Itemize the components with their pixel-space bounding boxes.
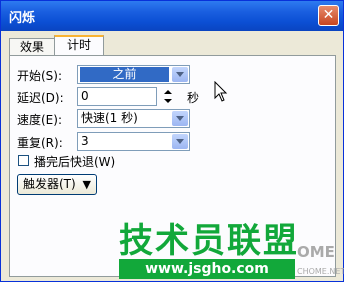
- start-dropdown[interactable]: 之前: [77, 65, 190, 84]
- rewind-checkbox[interactable]: [18, 155, 29, 166]
- speed-value: 快速(1 秒): [81, 111, 138, 125]
- chevron-down-icon[interactable]: [172, 111, 188, 126]
- watermark-text: 技术员联盟: [119, 221, 299, 261]
- tab-timing[interactable]: 计时: [54, 35, 104, 56]
- delay-unit: 秒: [187, 91, 200, 105]
- spin-down-icon[interactable]: [161, 97, 175, 105]
- animation-dialog: 闪烁 ✕ 效果 计时 开始(S): 之前 延迟(D): 0 秒 速度(E): 快…: [0, 0, 344, 282]
- watermark-url: www.jsgho.com: [119, 259, 295, 279]
- repeat-label: 重复(R):: [17, 136, 63, 150]
- trigger-label: 触发器(T): [23, 177, 76, 191]
- delay-spinner[interactable]: [161, 88, 175, 105]
- repeat-value: 3: [81, 134, 89, 148]
- tab-timing-label: 计时: [66, 38, 91, 52]
- window-title: 闪烁: [9, 11, 36, 26]
- double-chevron-down-icon: ▼: [82, 178, 91, 191]
- tab-effect[interactable]: 效果: [9, 38, 55, 56]
- close-icon: ✕: [322, 7, 335, 23]
- start-label: 开始(S):: [17, 69, 63, 83]
- speed-dropdown[interactable]: 快速(1 秒): [77, 109, 190, 128]
- repeat-dropdown[interactable]: 3: [77, 132, 190, 151]
- spin-up-icon[interactable]: [161, 88, 175, 96]
- chevron-down-icon[interactable]: [172, 134, 188, 149]
- tab-effect-label: 效果: [19, 40, 44, 54]
- corner-logo: OME: [297, 243, 335, 261]
- mouse-cursor-icon: [214, 81, 228, 102]
- start-value: 之前: [80, 67, 169, 82]
- delay-value: 0: [81, 89, 89, 103]
- title-bar[interactable]: 闪烁 ✕: [1, 1, 343, 31]
- delay-input[interactable]: 0: [77, 87, 157, 106]
- chevron-down-icon[interactable]: [172, 67, 188, 82]
- delay-label: 延迟(D):: [17, 91, 64, 105]
- rewind-label: 播完后快退(W): [34, 155, 116, 169]
- corner-logo-sub: CHOME.NET: [297, 267, 344, 276]
- trigger-button[interactable]: 触发器(T) ▼: [17, 174, 97, 195]
- speed-label: 速度(E):: [17, 113, 62, 127]
- close-button[interactable]: ✕: [318, 5, 339, 26]
